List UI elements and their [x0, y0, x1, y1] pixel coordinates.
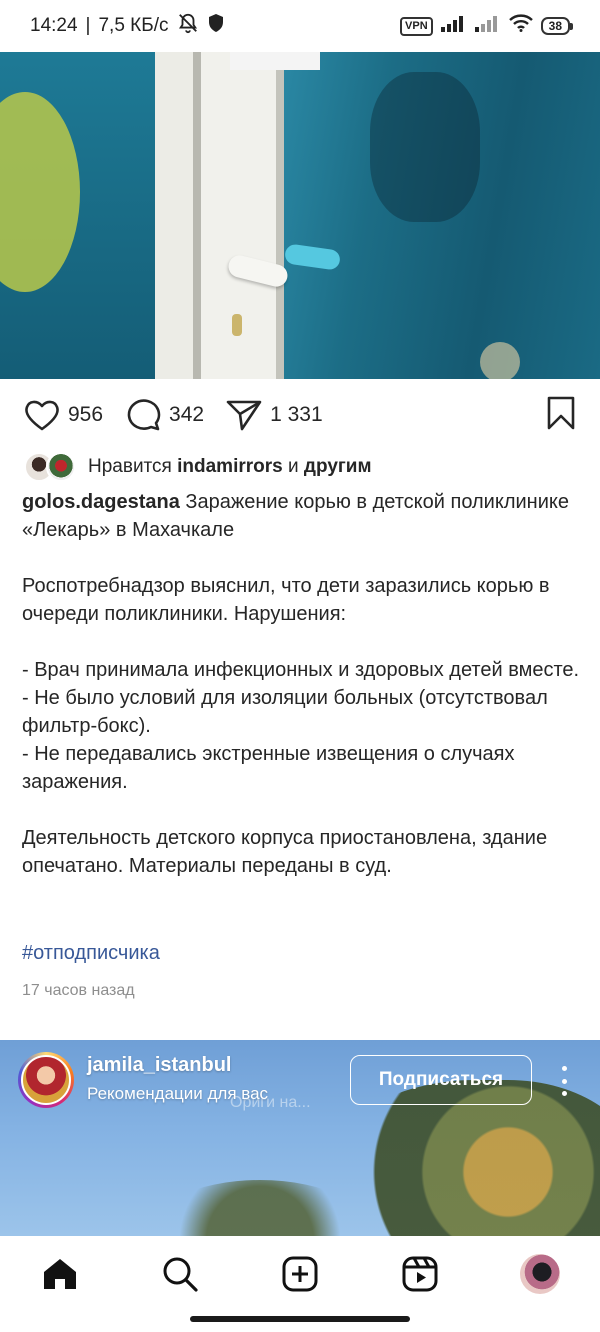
liked-by-text: Нравится indamirrors и другим — [88, 456, 372, 478]
bookmark-icon — [546, 396, 576, 434]
share-button[interactable]: 1 331 — [226, 398, 323, 432]
paper-sticker — [230, 52, 320, 70]
next-post-preview[interactable]: jamila_istanbul Ориги на... Рекомендации… — [0, 1040, 600, 1236]
status-separator: | — [85, 15, 91, 36]
reels-icon[interactable] — [400, 1254, 440, 1294]
wifi-icon — [508, 14, 533, 38]
network-speed: 7,5 КБ/с — [98, 15, 169, 36]
recommendation-label: Рекомендации для вас — [87, 1084, 269, 1103]
next-post-username[interactable]: jamila_istanbul — [87, 1054, 232, 1077]
status-right: VPN 38 — [400, 14, 574, 38]
comment-icon — [125, 398, 161, 432]
hashtag-link[interactable]: #отподписчика — [22, 942, 160, 965]
door-lock — [232, 314, 242, 336]
blue-handle — [283, 243, 342, 271]
liked-by-row[interactable]: Нравится indamirrors и другим — [24, 450, 372, 484]
bottom-navigation — [0, 1236, 600, 1332]
profile-avatar[interactable] — [520, 1254, 560, 1294]
likes-prefix: Нравится — [88, 456, 172, 477]
signal-icon — [440, 14, 467, 38]
follow-button[interactable]: Подписаться — [350, 1055, 532, 1105]
avatar — [21, 1055, 71, 1105]
status-left: 14:24 | 7,5 КБ/с — [30, 12, 225, 40]
status-bar: 14:24 | 7,5 КБ/с VPN 38 — [0, 0, 600, 52]
shield-icon — [207, 13, 225, 39]
avatar — [46, 452, 76, 482]
more-options-icon[interactable] — [554, 1066, 574, 1096]
heart-icon — [24, 399, 60, 431]
create-icon[interactable] — [280, 1254, 320, 1294]
window-frame-edge — [276, 52, 284, 379]
caption-text: Заражение корью в детской поликлинике «Л… — [22, 491, 580, 877]
signal-icon-secondary — [474, 14, 501, 38]
comments-count: 342 — [169, 403, 205, 426]
home-indicator[interactable] — [190, 1316, 410, 1322]
status-time: 14:24 — [30, 15, 78, 36]
likes-count: 956 — [68, 403, 104, 426]
post-timestamp: 17 часов назад — [22, 982, 135, 999]
light-glow — [480, 342, 520, 379]
battery-indicator: 38 — [540, 17, 574, 35]
vpn-badge: VPN — [400, 16, 433, 36]
save-button[interactable] — [546, 396, 576, 435]
mute-bell-icon — [177, 12, 199, 40]
liker-avatars — [24, 452, 78, 482]
post-image[interactable] — [0, 52, 600, 379]
likes-others-link[interactable]: другим — [304, 456, 372, 477]
story-avatar[interactable] — [18, 1052, 74, 1108]
like-button[interactable]: 956 — [24, 399, 103, 431]
post-author-link[interactable]: golos.dagestana — [22, 491, 180, 513]
home-icon[interactable] — [40, 1254, 80, 1294]
comment-button[interactable]: 342 — [125, 398, 204, 432]
likes-conjunction: и — [288, 456, 299, 477]
window-frame — [155, 52, 193, 379]
liked-by-user[interactable]: indamirrors — [177, 456, 283, 477]
post-caption: golos.dagestana Заражение корью в детско… — [22, 488, 582, 880]
reflection-shadow — [370, 72, 480, 222]
shares-count: 1 331 — [270, 403, 323, 426]
window-frame-gap — [193, 52, 201, 379]
search-icon[interactable] — [160, 1254, 200, 1294]
post-action-bar: 956 342 1 331 — [0, 380, 600, 450]
send-icon — [226, 398, 262, 432]
